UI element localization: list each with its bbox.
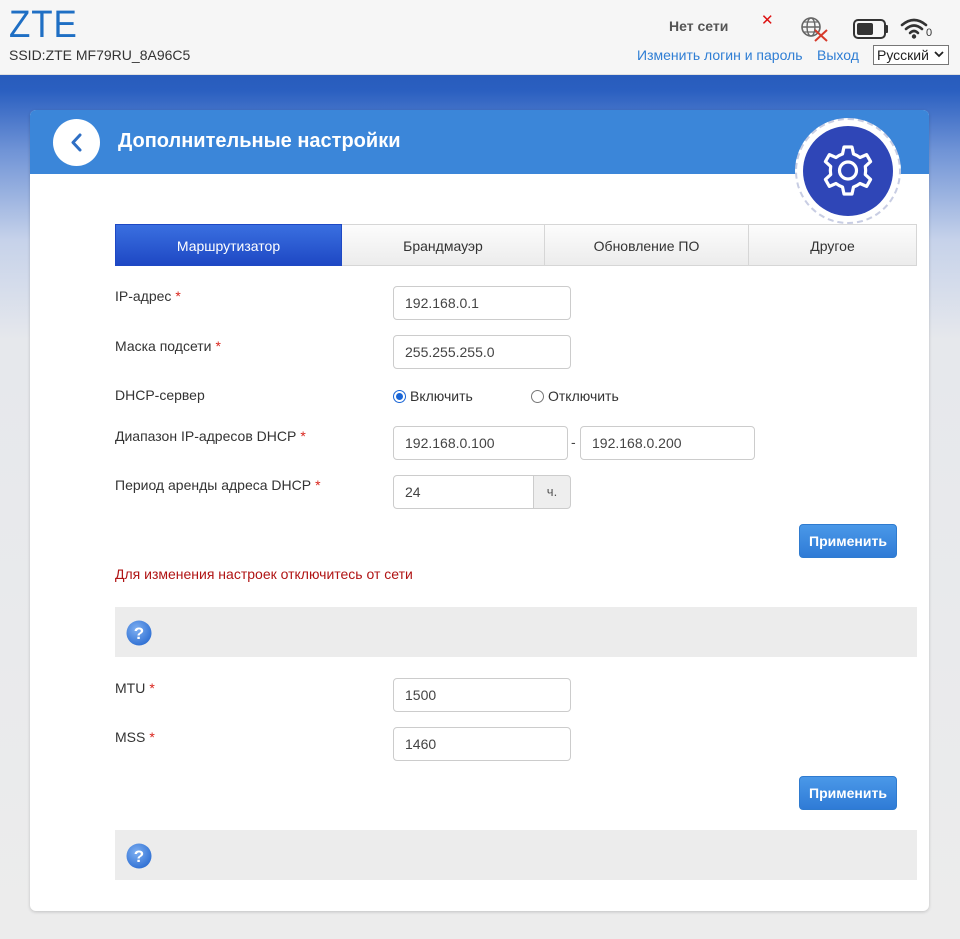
range-separator: - (571, 434, 576, 450)
gear-badge (795, 118, 901, 224)
help-bar: ? (115, 607, 917, 657)
subnet-mask-label: Маска подсети * (115, 338, 221, 354)
mss-input[interactable] (393, 727, 571, 761)
signal-x-icon: ✕ (761, 12, 774, 29)
top-bar: ZTE SSID:ZTE MF79RU_8A96C5 Нет сети ✕ 0 … (0, 0, 960, 75)
dhcp-range-label: Диапазон IP-адресов DHCP * (115, 428, 306, 444)
dhcp-range-end-input[interactable] (580, 426, 755, 460)
required-mark: * (149, 729, 155, 745)
mtu-input[interactable] (393, 678, 571, 712)
globe-disconnected-icon (801, 17, 828, 42)
card-header: Дополнительные настройки (30, 110, 929, 174)
ssid-label: SSID:ZTE MF79RU_8A96C5 (9, 47, 191, 63)
ip-address-label: IP-адрес * (115, 288, 181, 304)
subnet-mask-input[interactable] (393, 335, 571, 369)
apply-router-button[interactable]: Применить (799, 524, 897, 558)
settings-card: Дополнительные настройки Маршрутизатор Б… (30, 110, 929, 911)
wifi-client-count: 0 (926, 27, 933, 39)
lease-unit-addon: ч. (533, 475, 571, 509)
disconnect-warning: Для изменения настроек отключитесь от се… (115, 566, 413, 582)
help-question-icon[interactable]: ? (126, 843, 152, 869)
dhcp-range-start-input[interactable] (393, 426, 568, 460)
apply-mtu-button[interactable]: Применить (799, 776, 897, 810)
tab-firmware-update[interactable]: Обновление ПО (545, 224, 749, 266)
dhcp-server-label: DHCP-сервер (115, 387, 205, 403)
ip-address-input[interactable] (393, 286, 571, 320)
back-button[interactable] (53, 119, 100, 166)
required-mark: * (215, 338, 221, 354)
gear-icon (823, 145, 873, 196)
mtu-label: MTU * (115, 680, 155, 696)
wifi-icon: 0 (900, 16, 934, 40)
required-mark: * (315, 477, 321, 493)
back-arrow-icon (71, 133, 82, 152)
radio-checked[interactable] (393, 389, 406, 403)
help-question-icon[interactable]: ? (126, 620, 152, 646)
logout-link[interactable]: Выход (817, 47, 859, 63)
required-mark: * (175, 288, 181, 304)
language-value: Русский (877, 47, 929, 63)
dhcp-lease-label: Период аренды адреса DHCP * (115, 477, 321, 493)
network-status: Нет сети (669, 18, 729, 34)
dhcp-lease-input[interactable] (393, 475, 534, 509)
zte-logo: ZTE (9, 4, 78, 46)
mss-label: MSS * (115, 729, 155, 745)
dhcp-enable-radio[interactable]: Включить (393, 388, 473, 404)
settings-tabs: Маршрутизатор Брандмауэр Обновление ПО Д… (115, 224, 917, 266)
svg-text:?: ? (134, 847, 144, 866)
battery-icon (853, 19, 888, 39)
required-mark: * (300, 428, 306, 444)
page-title: Дополнительные настройки (118, 130, 401, 152)
language-select[interactable]: Русский (873, 45, 949, 65)
chevron-down-icon (934, 51, 944, 58)
change-login-link[interactable]: Изменить логин и пароль (637, 47, 803, 63)
tab-other[interactable]: Другое (749, 224, 917, 266)
help-bar: ? (115, 830, 917, 880)
svg-text:?: ? (134, 624, 144, 643)
dhcp-disable-radio[interactable]: Отключить (531, 388, 619, 404)
required-mark: * (149, 680, 155, 696)
tab-firewall[interactable]: Брандмауэр (342, 224, 545, 266)
tab-router[interactable]: Маршрутизатор (115, 224, 342, 266)
radio-unchecked[interactable] (531, 389, 544, 403)
